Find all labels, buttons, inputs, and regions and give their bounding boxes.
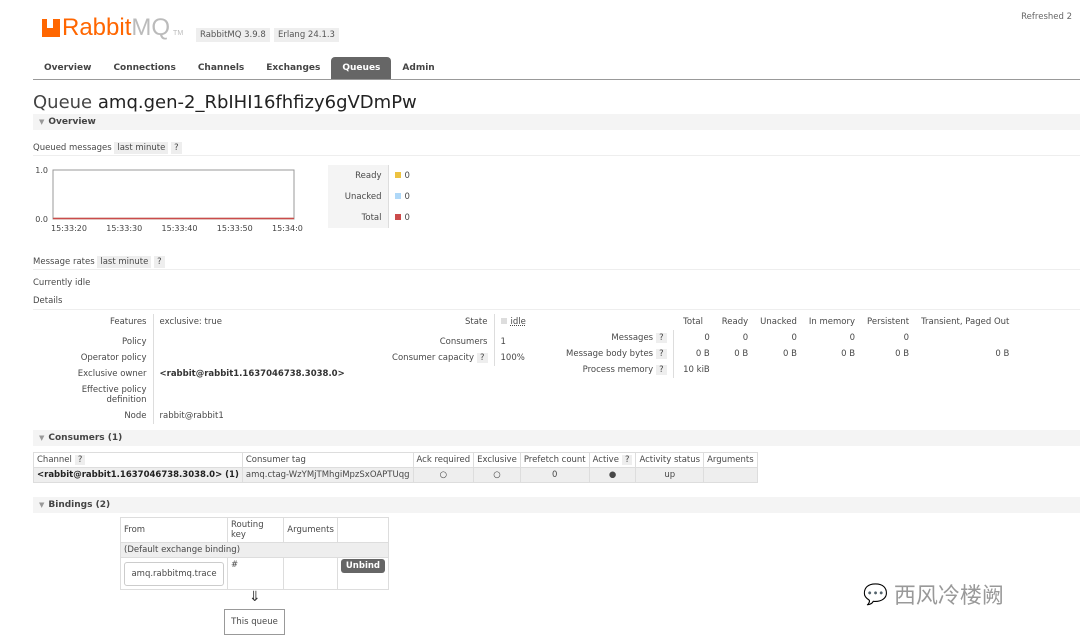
details-left-table: Features exclusive: true Policy Operator … bbox=[33, 314, 351, 424]
x-tick-label: 15:33:20 bbox=[51, 224, 87, 233]
table-row: amq.rabbitmq.trace # Unbind bbox=[120, 557, 390, 590]
main-nav: Overview Connections Channels Exchanges … bbox=[33, 57, 1080, 80]
help-button[interactable]: ? bbox=[621, 455, 633, 465]
rates-help-button[interactable]: ? bbox=[154, 256, 165, 268]
rabbit-logo-icon bbox=[42, 19, 60, 37]
x-tick-label: 15:34:00 bbox=[272, 224, 303, 233]
y-tick-label: 1.0 bbox=[35, 166, 48, 175]
ready-swatch bbox=[394, 171, 401, 178]
details-header: Details bbox=[33, 296, 63, 306]
message-rates-header: Message rates last minute ? bbox=[33, 256, 165, 268]
watermark: 💬 西风冷楼阙 bbox=[863, 582, 1004, 609]
x-tick-label: 15:33:40 bbox=[162, 224, 198, 233]
tab-overview[interactable]: Overview bbox=[33, 57, 102, 79]
exclusive-owner-link[interactable]: <rabbit@rabbit1.1637046738.3038.0> bbox=[153, 366, 351, 382]
divider bbox=[33, 155, 1080, 156]
help-button[interactable]: ? bbox=[656, 349, 667, 359]
details-mid-table: State idle Consumers 1 Consumer capacity? 1… bbox=[380, 314, 532, 366]
stats-row: Messages? 00000 bbox=[560, 330, 1015, 346]
table-row: <rabbit@rabbit1.1637046738.3038.0> (1) a… bbox=[33, 467, 758, 483]
page-title: Queue amq.gen-2_RbIHI16fhfizy6gVDmPw bbox=[33, 92, 417, 113]
help-button[interactable]: ? bbox=[656, 333, 667, 343]
idle-status: Currently idle bbox=[33, 278, 91, 288]
x-tick-label: 15:33:50 bbox=[217, 224, 253, 233]
rates-range-selector[interactable]: last minute bbox=[97, 256, 152, 268]
queued-messages-header: Queued messages last minute ? bbox=[33, 142, 182, 154]
tab-admin[interactable]: Admin bbox=[391, 57, 445, 79]
consumers-table: Channel? Consumer tag Ack required Exclusiv… bbox=[33, 452, 758, 483]
overview-section-toggle[interactable]: ▼ Overview bbox=[33, 114, 1080, 130]
channel-link[interactable]: <rabbit@rabbit1.1637046738.3038.0> (1) bbox=[33, 467, 243, 483]
consumers-section-toggle[interactable]: ▼ Consumers (1) bbox=[33, 430, 1080, 446]
chart-legend: Ready 0 Unacked 0 Total 0 bbox=[328, 165, 416, 228]
tab-connections[interactable]: Connections bbox=[102, 57, 186, 79]
help-button[interactable]: ? bbox=[476, 353, 488, 363]
bindings-section-toggle[interactable]: ▼ Bindings (2) bbox=[33, 497, 1080, 513]
help-button[interactable]: ? bbox=[656, 365, 667, 375]
total-swatch bbox=[394, 213, 401, 220]
this-queue-box: This queue bbox=[224, 609, 285, 635]
version-badge: RabbitMQ 3.9.8 bbox=[196, 28, 270, 42]
queue-name: amq.gen-2_RbIHI16fhfizy6gVDmPw bbox=[97, 92, 417, 113]
divider bbox=[33, 309, 1080, 310]
triangle-down-icon: ▼ bbox=[39, 501, 45, 509]
erlang-badge: Erlang 24.1.3 bbox=[274, 28, 339, 42]
triangle-down-icon: ▼ bbox=[39, 434, 45, 442]
refreshed-status[interactable]: Refreshed 2 bbox=[1021, 12, 1072, 22]
y-tick-label: 0.0 bbox=[35, 215, 48, 224]
tab-queues[interactable]: Queues bbox=[331, 57, 392, 79]
unacked-swatch bbox=[394, 192, 401, 199]
tab-channels[interactable]: Channels bbox=[187, 57, 255, 79]
exchange-link[interactable]: amq.rabbitmq.trace bbox=[124, 561, 224, 586]
stats-row: Process memory? 10 kiB bbox=[560, 362, 1015, 378]
plot-area bbox=[52, 169, 295, 220]
arrow-down-icon: ⇓ bbox=[249, 589, 261, 605]
help-button[interactable]: ? bbox=[171, 142, 182, 154]
state-idle-icon bbox=[500, 318, 507, 324]
queued-messages-chart: 0.0 1.0 15:33:20 15:33:30 15:33:40 15:33:50 15… bbox=[35, 166, 303, 233]
message-stats-table: Total Ready Unacked In memory Persistent Tran… bbox=[560, 314, 1015, 378]
rabbitmq-logo[interactable]: Rabbit MQ TM bbox=[42, 14, 183, 42]
bindings-table: From Routing key Arguments (Default exchan… bbox=[120, 517, 390, 590]
stats-row: Message body bytes? 0 B0 B0 B0 B0 B0 B bbox=[560, 346, 1015, 362]
unbind-button[interactable]: Unbind bbox=[340, 559, 385, 573]
wechat-icon: 💬 bbox=[863, 582, 888, 606]
divider bbox=[33, 269, 1080, 270]
triangle-down-icon: ▼ bbox=[39, 118, 45, 126]
tab-exchanges[interactable]: Exchanges bbox=[255, 57, 331, 79]
range-selector[interactable]: last minute bbox=[114, 142, 169, 154]
help-button[interactable]: ? bbox=[74, 455, 86, 465]
x-tick-label: 15:33:30 bbox=[106, 224, 142, 233]
